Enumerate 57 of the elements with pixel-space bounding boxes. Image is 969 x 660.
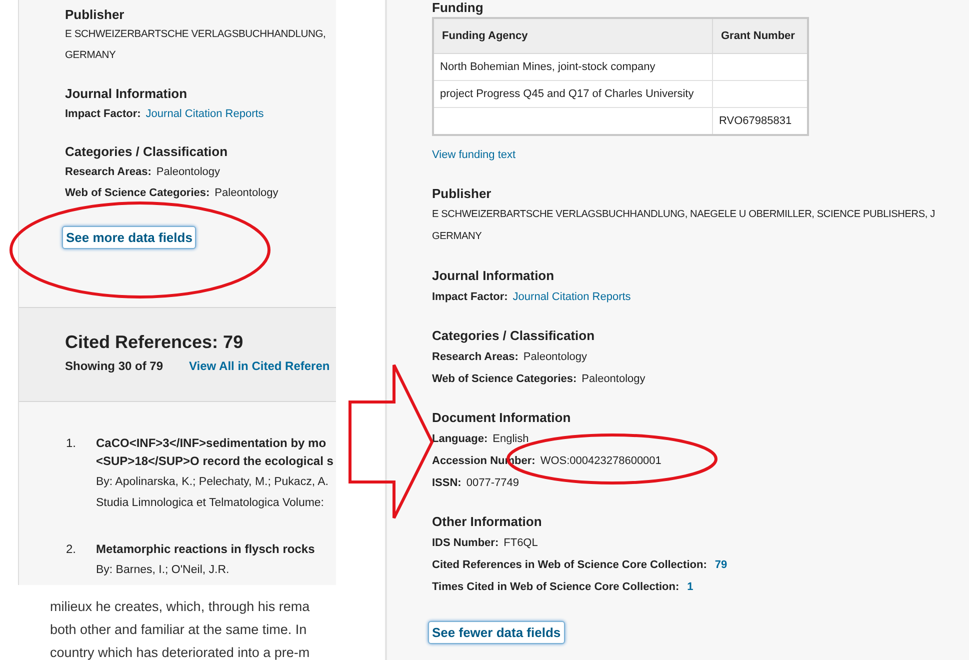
field-value: 0077-7749 (466, 477, 519, 489)
section-heading: Publisher (432, 185, 492, 203)
publisher-text: E SCHWEIZERBARTSCHE VERLAGSBUCHHANDLUNG, NAEGELE U OBERMILLER, SCIENCE PUBLISHERS, J (432, 208, 936, 222)
article-text: milieux he creates, which, through his rema (50, 598, 311, 616)
field-value: Paleontology (156, 166, 220, 178)
count-link[interactable]: 1 (687, 581, 694, 593)
see-fewer-button[interactable]: See fewer data fields (428, 621, 565, 644)
table-cell: project Progress Q45 and Q17 of Charles University (433, 80, 712, 108)
table-cell: North Bohemian Mines, joint-stock company (433, 54, 712, 80)
link[interactable]: Journal Citation Reports (512, 291, 631, 303)
field-label: Research Areas: (432, 351, 518, 363)
section-heading: Funding (432, 0, 484, 15)
field-label: Research Areas: (65, 166, 152, 178)
section-heading: Journal Information (432, 267, 556, 285)
section-heading: Document Information (432, 409, 572, 427)
reference-source: Studia Limnologica et Telmatologica Volume: (96, 496, 326, 511)
section-heading: Categories / Classification (65, 143, 229, 161)
count-link[interactable]: 79 (714, 559, 728, 571)
field-value: FT6QL (504, 537, 538, 549)
article-text: both other and familiar at the same time. In (50, 621, 308, 639)
reference-authors: By: Barnes, I.; O'Neil, J.R. (96, 563, 230, 578)
view-all-link[interactable]: View All in Cited Referen (189, 359, 330, 373)
publisher-text: GERMANY (432, 230, 483, 244)
field-label: Impact Factor: (65, 108, 141, 120)
column-header: Grant Number (712, 18, 808, 54)
cited-references-title: Cited References: 79 (65, 331, 244, 354)
publisher-text: E SCHWEIZERBARTSCHE VERLAGSBUCHHANDLUNG, (65, 28, 327, 42)
section-heading: Other Information (432, 513, 543, 531)
field-value: Paleontology (214, 187, 278, 199)
reference-number: 2. (66, 541, 78, 558)
article-text: country which has deteriorated into a pre-m (50, 644, 311, 660)
section-heading: Categories / Classification (432, 327, 596, 345)
view-funding-link[interactable]: View funding text (432, 149, 516, 161)
see-more-button[interactable]: See more data fields (62, 226, 196, 249)
field-label: ISSN: (432, 477, 462, 489)
column-header: Funding Agency (433, 18, 712, 54)
field-label: Times Cited in Web of Science Core Collection: (432, 581, 680, 593)
publisher-text: GERMANY (65, 49, 117, 63)
field-label: Language: (432, 433, 488, 445)
section-heading: Journal Information (65, 85, 188, 103)
field-value: Paleontology (523, 351, 588, 363)
field-label: IDS Number: (432, 537, 499, 549)
link[interactable]: Journal Citation Reports (146, 108, 264, 120)
showing-count: Showing 30 of 79 (65, 359, 164, 373)
reference-number: 1. (66, 435, 78, 452)
field-label: Cited References in Web of Science Core Collection: (432, 559, 707, 571)
section-heading: Publisher (65, 6, 126, 24)
reference-authors: By: Apolinarska, K.; Pelechaty, M.; Pukacz, A. (96, 475, 330, 490)
reference-title[interactable]: <SUP>18</SUP>O record the ecological s (96, 452, 334, 470)
field-label: Impact Factor: (432, 291, 508, 303)
field-label: Web of Science Categories: (432, 373, 577, 385)
reference-title[interactable]: CaCO<INF>3</INF>sedimentation by mo (96, 434, 334, 452)
reference-title[interactable]: Metamorphic reactions in flysch rocks (96, 540, 315, 558)
field-value: English (492, 433, 529, 445)
field-value: WOS:000423278600001 (540, 455, 662, 467)
field-label: Web of Science Categories: (65, 187, 210, 199)
field-value: Paleontology (582, 373, 646, 385)
